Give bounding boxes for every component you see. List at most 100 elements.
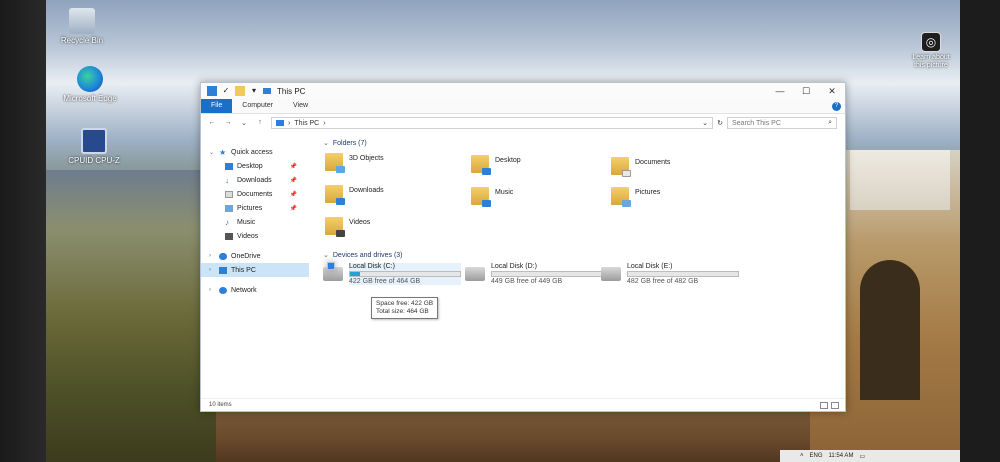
cloud-icon <box>219 252 227 260</box>
refresh-icon[interactable]: ↻ <box>713 119 727 127</box>
qat-dropdown-icon[interactable]: ▾ <box>249 86 259 96</box>
new-folder-icon[interactable] <box>235 86 245 96</box>
nav-label: Network <box>231 286 257 294</box>
notification-icon[interactable]: ▭ <box>859 453 865 460</box>
nav-item-pictures[interactable]: Pictures 📌 <box>201 201 309 215</box>
drive-free-text: 482 GB free of 482 GB <box>627 278 699 285</box>
folder-videos[interactable]: Videos <box>325 217 465 237</box>
language-indicator[interactable]: ENG <box>810 453 823 459</box>
view-toggle <box>820 401 839 409</box>
drive-free-text: 422 GB free of 464 GB <box>349 278 421 285</box>
breadcrumb-this-pc[interactable]: This PC <box>294 120 319 127</box>
window-title: This PC <box>277 86 306 96</box>
drive-name: Local Disk (E:) <box>627 263 673 270</box>
folder-documents[interactable]: Documents <box>611 157 751 177</box>
download-icon: ↓ <box>225 175 229 185</box>
desktop-icon-edge[interactable]: Microsoft Edge <box>60 66 120 103</box>
pin-icon: 📌 <box>289 163 297 170</box>
search-input[interactable]: Search This PC ⌕ <box>727 117 837 129</box>
item-count: 10 items <box>209 402 232 408</box>
desktop-icon-label: CPUID CPU-Z <box>68 156 120 165</box>
properties-icon[interactable]: ✓ <box>221 86 231 96</box>
desktop-icon <box>225 162 233 170</box>
tab-view[interactable]: View <box>283 99 318 113</box>
large-icons-view-icon[interactable] <box>831 401 839 409</box>
recent-dropdown-icon[interactable]: ⌄ <box>239 119 249 127</box>
breadcrumb-chevron-icon[interactable]: › <box>323 120 325 127</box>
maximize-button[interactable]: ☐ <box>793 83 819 99</box>
folder-label: 3D Objects <box>349 155 384 162</box>
folder-pictures[interactable]: Pictures <box>611 187 751 207</box>
back-arrow-icon[interactable]: ← <box>207 119 217 127</box>
folder-downloads[interactable]: Downloads <box>325 185 465 205</box>
group-header-devices[interactable]: ⌄ Devices and drives (3) <box>323 249 831 261</box>
details-view-icon[interactable] <box>820 401 828 409</box>
pictures-icon <box>225 204 233 212</box>
drive-name: Local Disk (C:) <box>349 263 395 270</box>
address-dropdown-icon[interactable]: ⌄ <box>702 119 708 127</box>
folder-label: Documents <box>635 159 671 166</box>
up-arrow-icon[interactable]: ↑ <box>255 119 265 127</box>
desktop-icon-label: Learn about this picture <box>912 54 950 69</box>
tray-chevron-icon[interactable]: ˄ <box>800 453 804 459</box>
nav-onedrive[interactable]: › OneDrive <box>201 249 309 263</box>
folder-label: Downloads <box>349 187 384 194</box>
drive-usage-bar <box>491 271 603 277</box>
desktop-icon-cpu-z[interactable]: CPUID CPU-Z <box>64 128 124 165</box>
nav-label: Pictures <box>237 204 263 212</box>
nav-item-desktop[interactable]: Desktop 📌 <box>201 159 309 173</box>
tab-computer[interactable]: Computer <box>232 99 283 113</box>
expand-chevron-icon[interactable]: › <box>209 287 215 293</box>
folder-desktop[interactable]: Desktop <box>471 155 611 175</box>
drive-info: Local Disk (C:) 422 GB free of 464 GB <box>349 263 461 285</box>
desktop-icon-label: Microsoft Edge <box>63 94 117 103</box>
collapse-chevron-icon[interactable]: ⌄ <box>323 251 329 259</box>
tooltip-total-size: Total size: 464 GB <box>376 308 429 315</box>
hard-drive-icon <box>465 267 485 281</box>
nav-item-documents[interactable]: Documents 📌 <box>201 187 309 201</box>
folder-desktop-icon <box>471 155 491 175</box>
folder-label: Music <box>495 189 514 196</box>
clock[interactable]: 11:54 AM <box>829 453 854 459</box>
title-bar: ✓ ▾ This PC — ☐ ✕ <box>201 83 845 99</box>
drive-usage-bar <box>349 271 461 277</box>
desktop-icon-learn-about-picture[interactable]: ◎ Learn about this picture <box>906 32 956 70</box>
desktop-icon-recycle-bin[interactable]: Recycle Bin <box>52 8 112 45</box>
folder-3d-objects[interactable]: 3D Objects <box>325 153 465 173</box>
minimize-button[interactable]: — <box>767 83 793 99</box>
cpu-z-icon <box>81 128 107 154</box>
address-bar[interactable]: › This PC › ⌄ <box>271 117 713 129</box>
group-header-label: Devices and drives (3) <box>332 251 403 259</box>
expand-chevron-icon[interactable]: › <box>209 253 215 259</box>
group-header-label: Folders (7) <box>332 139 367 147</box>
window-controls: — ☐ ✕ <box>767 83 845 99</box>
drive-usage-fill <box>350 272 360 276</box>
forward-arrow-icon[interactable]: → <box>223 119 233 127</box>
folder-label: Videos <box>349 219 371 226</box>
drive-name: Local Disk (D:) <box>491 263 537 270</box>
drive-d[interactable]: Local Disk (D:) 449 GB free of 449 GB <box>465 263 605 285</box>
collapse-chevron-icon[interactable]: ⌄ <box>323 139 329 147</box>
folder-music[interactable]: Music <box>471 187 611 207</box>
folder-music-icon <box>471 187 491 207</box>
nav-label: Music <box>237 218 256 226</box>
nav-quick-access[interactable]: ⌄ ★ Quick access <box>201 145 309 159</box>
nav-item-videos[interactable]: Videos <box>201 229 309 243</box>
nav-item-music[interactable]: ♪ Music <box>201 215 309 229</box>
tab-file[interactable]: File <box>201 99 233 113</box>
camera-icon: ◎ <box>921 32 941 52</box>
drive-e[interactable]: Local Disk (E:) 482 GB free of 482 GB <box>601 263 741 285</box>
expand-chevron-icon[interactable]: › <box>209 267 215 273</box>
recycle-bin-icon <box>69 8 95 34</box>
breadcrumb-chevron-icon[interactable]: › <box>288 120 290 127</box>
close-button[interactable]: ✕ <box>819 83 845 99</box>
expand-chevron-icon[interactable]: ⌄ <box>209 149 215 156</box>
nav-this-pc[interactable]: › This PC <box>201 263 309 277</box>
drive-c[interactable]: Local Disk (C:) 422 GB free of 464 GB <box>323 262 463 285</box>
help-icon[interactable]: ? <box>832 101 841 111</box>
group-header-folders[interactable]: ⌄ Folders (7) <box>323 137 831 149</box>
nav-item-downloads[interactable]: ↓ Downloads 📌 <box>201 173 309 187</box>
search-icon: ⌕ <box>828 119 832 126</box>
pin-icon: 📌 <box>289 177 297 184</box>
nav-network[interactable]: › Network <box>201 283 309 297</box>
